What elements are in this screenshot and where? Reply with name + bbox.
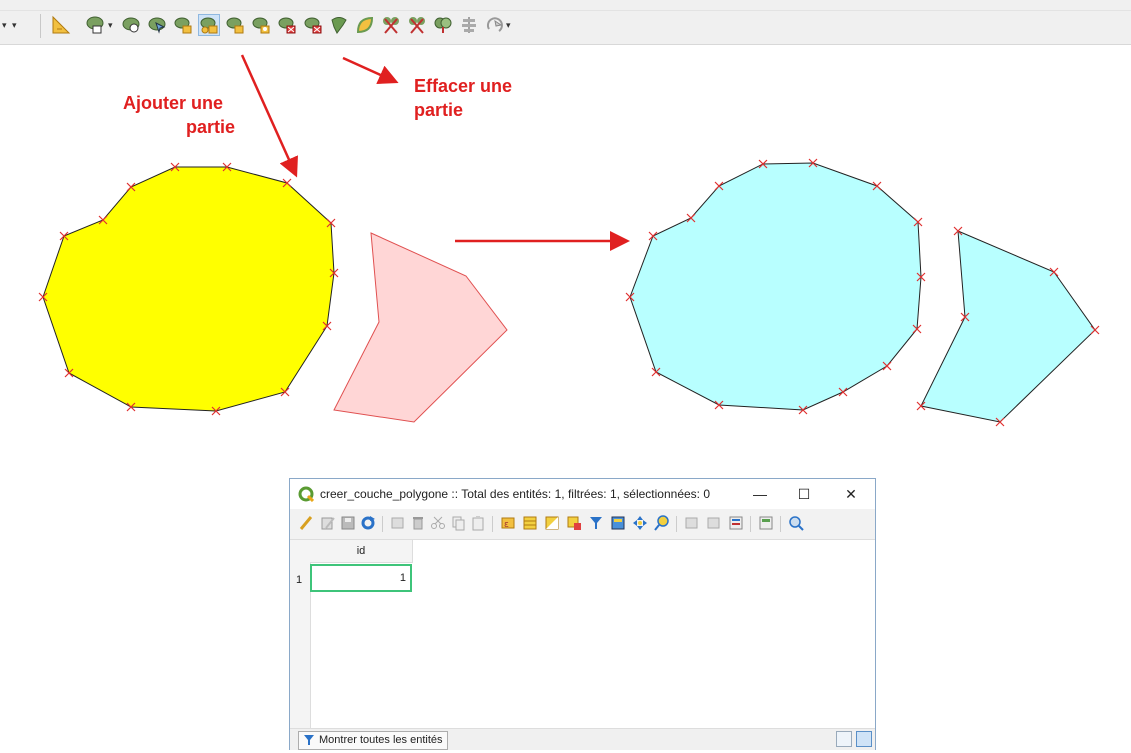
attribute-table-toolbar: ε <box>290 509 875 540</box>
simplify-icon[interactable] <box>354 14 376 36</box>
toolbar-separator <box>780 516 781 532</box>
zoom-to-selection-icon[interactable] <box>654 515 670 531</box>
cut-icon[interactable] <box>430 515 446 531</box>
actions-icon[interactable] <box>788 515 804 531</box>
toggle-multi-edit-icon[interactable] <box>320 515 336 531</box>
after-polygon-part <box>920 230 1096 423</box>
column-header-id[interactable]: id <box>310 540 413 563</box>
align-icon[interactable] <box>458 14 480 36</box>
delete-field-icon[interactable] <box>706 515 722 531</box>
row-number[interactable]: 1 <box>296 574 302 586</box>
toolbar-separator <box>676 516 677 532</box>
toolbar-separator <box>750 516 751 532</box>
invert-selection-icon[interactable] <box>544 515 560 531</box>
rotate-part-icon[interactable] <box>224 14 246 36</box>
toolbar-separator <box>40 14 41 38</box>
reshape-features-icon[interactable] <box>146 14 168 36</box>
minimize-button[interactable]: — <box>740 483 780 505</box>
field-calculator-icon[interactable] <box>728 515 744 531</box>
close-button[interactable]: ✕ <box>831 483 871 505</box>
conditional-formatting-icon[interactable] <box>758 515 774 531</box>
deselect-all-icon[interactable] <box>566 515 582 531</box>
delete-part-icon[interactable] <box>302 14 324 36</box>
row-header-column <box>290 540 311 728</box>
removed-part-polygon <box>333 232 508 423</box>
arrow-to-delete-part <box>342 56 399 84</box>
dropdown-arrow-icon[interactable]: ▾ <box>2 20 7 31</box>
filter-icon <box>304 735 314 745</box>
offset-curve-icon[interactable] <box>328 14 350 36</box>
rotate-point-icon[interactable] <box>484 14 506 36</box>
show-all-features-button[interactable]: Montrer toutes les entités <box>298 731 448 750</box>
delete-ring-icon[interactable] <box>250 14 272 36</box>
toolbar-separator <box>382 516 383 532</box>
fill-ring-icon[interactable] <box>120 14 142 36</box>
pan-to-selection-icon[interactable] <box>632 515 648 531</box>
annotation-delete-part-line2: partie <box>414 100 464 120</box>
toolbar-separator <box>492 516 493 532</box>
attribute-grid[interactable]: id 1 1 <box>290 540 875 728</box>
paste-icon[interactable] <box>470 515 486 531</box>
cell-id[interactable]: 1 <box>310 564 412 592</box>
add-part-icon[interactable] <box>172 14 194 36</box>
toggle-editing-icon[interactable] <box>298 515 314 531</box>
save-edits-icon[interactable] <box>340 515 356 531</box>
split-parts-icon[interactable] <box>406 14 428 36</box>
window-title: creer_couche_polygone :: Total des entit… <box>320 487 711 501</box>
select-all-icon[interactable] <box>522 515 538 531</box>
window-titlebar[interactable]: creer_couche_polygone :: Total des entit… <box>290 479 875 509</box>
map-canvas[interactable]: Ajouter une partie Effacer une partie <box>0 45 1131 455</box>
add-ring-icon[interactable] <box>84 14 106 36</box>
select-by-expression-icon[interactable]: ε <box>500 515 516 531</box>
merge-features-icon[interactable] <box>432 14 454 36</box>
delete-feature-icon[interactable] <box>410 515 426 531</box>
maximize-button[interactable]: ☐ <box>784 483 824 505</box>
split-features-icon[interactable] <box>380 14 402 36</box>
dropdown-arrow-icon[interactable]: ▾ <box>12 20 17 31</box>
dropdown-arrow-icon[interactable]: ▾ <box>108 20 113 31</box>
new-field-icon[interactable] <box>684 515 700 531</box>
annotation-delete-part-line1: Effacer une <box>414 76 513 96</box>
toolbar-top-border <box>0 10 1131 11</box>
filter-icon[interactable] <box>588 515 604 531</box>
digitizing-toolbar: ▾ ▾ ▾ ▾ <box>0 0 1131 45</box>
attribute-table-window: creer_couche_polygone :: Total des entit… <box>289 478 876 750</box>
reload-icon[interactable] <box>360 515 376 531</box>
annotation-add-part: Ajouter une partie <box>123 91 253 139</box>
add-part-active-icon[interactable] <box>198 14 220 36</box>
copy-icon[interactable] <box>450 515 466 531</box>
svg-text:ε: ε <box>504 520 509 530</box>
show-all-features-label: Montrer toutes les entités <box>319 734 443 746</box>
annotation-add-part-line1: Ajouter une <box>123 93 224 113</box>
annotation-delete-part: Effacer une partie <box>414 74 544 122</box>
attribute-table-statusbar: Montrer toutes les entités <box>290 728 875 750</box>
dropdown-arrow-icon[interactable]: ▾ <box>506 20 511 31</box>
after-polygon-main <box>629 162 922 411</box>
annotation-add-part-line2: partie <box>186 117 236 137</box>
add-feature-icon[interactable] <box>390 515 406 531</box>
table-view-button[interactable] <box>856 731 872 747</box>
qgis-logo-icon <box>298 486 315 507</box>
move-selection-to-top-icon[interactable] <box>610 515 626 531</box>
measure-tool-icon[interactable] <box>50 14 72 36</box>
delete-part-icon[interactable] <box>276 14 298 36</box>
before-polygon <box>42 166 335 412</box>
form-view-button[interactable] <box>836 731 852 747</box>
